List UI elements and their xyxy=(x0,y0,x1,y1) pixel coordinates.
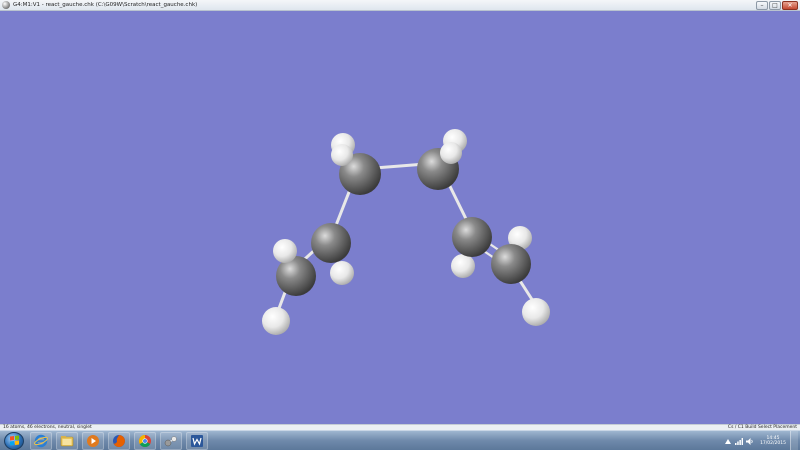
hydrogen-atom[interactable] xyxy=(451,254,475,278)
carbon-atom[interactable] xyxy=(491,244,531,284)
minimize-button[interactable]: – xyxy=(756,1,768,10)
gaussview-window: G4:M1:V1 - react_gauche.chk (C:\G09W\Scr… xyxy=(0,0,800,430)
gaussview-app-icon[interactable] xyxy=(2,1,10,9)
taskbar-chrome[interactable] xyxy=(134,431,156,450)
carbon-atom[interactable] xyxy=(311,223,351,263)
hydrogen-atom[interactable] xyxy=(522,298,550,326)
start-button[interactable] xyxy=(4,431,24,450)
show-hidden-icons-icon[interactable] xyxy=(724,437,732,445)
system-tray: 14:45 17/02/2015 xyxy=(721,431,798,450)
taskbar: 14:45 17/02/2015 xyxy=(0,430,800,450)
taskbar-internet-explorer[interactable] xyxy=(30,431,52,450)
internet-explorer-icon xyxy=(34,434,48,447)
maximize-button[interactable]: □ xyxy=(769,1,781,10)
firefox-icon xyxy=(113,434,125,447)
show-desktop-button[interactable] xyxy=(790,431,798,450)
carbon-atom[interactable] xyxy=(452,217,492,257)
taskbar-media-player[interactable] xyxy=(82,431,104,450)
word-icon xyxy=(191,434,203,447)
hydrogen-atom[interactable] xyxy=(273,239,297,263)
window-title: G4:M1:V1 - react_gauche.chk (C:\G09W\Scr… xyxy=(13,2,198,8)
molecule-viewport[interactable] xyxy=(0,11,800,424)
gaussview-icon xyxy=(164,435,177,446)
clock-date: 17/02/2015 xyxy=(760,441,786,446)
network-icon[interactable] xyxy=(735,437,744,445)
chrome-icon xyxy=(138,434,151,447)
taskbar-clock[interactable]: 14:45 17/02/2015 xyxy=(760,436,786,447)
hydrogen-atom[interactable] xyxy=(262,307,290,335)
window-controls: – □ ✕ xyxy=(756,1,798,10)
windows-logo-icon xyxy=(9,435,19,446)
close-button[interactable]: ✕ xyxy=(782,1,798,10)
taskbar-gaussview[interactable] xyxy=(160,431,182,450)
file-explorer-icon xyxy=(60,435,74,446)
molecule-view[interactable] xyxy=(0,11,800,424)
media-player-icon xyxy=(87,434,99,447)
taskbar-firefox[interactable] xyxy=(108,431,130,450)
taskbar-word[interactable] xyxy=(186,431,208,450)
title-bar[interactable]: G4:M1:V1 - react_gauche.chk (C:\G09W\Scr… xyxy=(0,0,800,11)
volume-icon[interactable] xyxy=(746,437,754,445)
taskbar-file-explorer[interactable] xyxy=(56,431,78,450)
hydrogen-atom[interactable] xyxy=(440,142,462,164)
hydrogen-atom[interactable] xyxy=(330,261,354,285)
hydrogen-atom[interactable] xyxy=(331,144,353,166)
